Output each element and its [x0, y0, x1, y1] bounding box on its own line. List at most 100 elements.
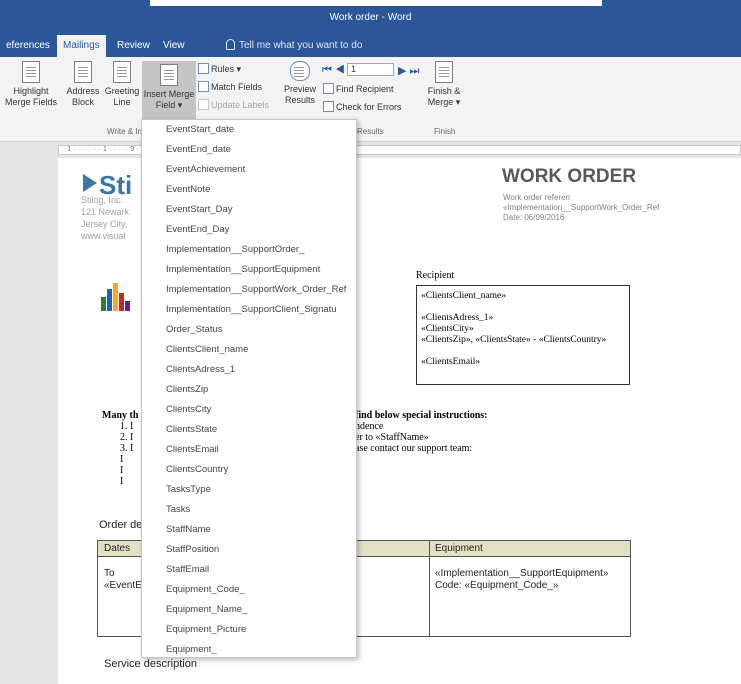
menu-item[interactable]: Implementation__SupportOrder_ [166, 240, 304, 260]
menu-item[interactable]: EventNote [166, 180, 210, 200]
numbered-list: 1. I 2. I 3. I I I I [120, 421, 133, 487]
menu-item[interactable]: ClientsZip [166, 380, 208, 400]
menu-item[interactable]: Equipment_Name_ [166, 600, 247, 620]
group-finish: Finish [434, 127, 456, 136]
finish-merge-icon [435, 61, 453, 83]
list-item: 3. I [120, 443, 134, 454]
instruction-line: ase contact our support team: [355, 443, 473, 454]
bar-chart-logo-icon [101, 283, 131, 311]
table-cell: «Implementation__SupportEquipment» [435, 568, 609, 579]
address-block-button[interactable]: Address Block [64, 61, 102, 108]
finish-label-1: Finish & [427, 86, 461, 96]
ribbon-tabs: eferences Mailings Review View Tell me w… [0, 30, 741, 57]
list-item: I [120, 454, 124, 465]
find-recipient-button[interactable]: Find Recipient [323, 83, 394, 94]
menu-item[interactable]: Equipment_Picture [166, 620, 246, 640]
tab-references[interactable]: eferences [0, 35, 56, 57]
ref-line: «Implementation__SupportWork_Order_Ref [503, 203, 660, 212]
preview-label-1: Preview [283, 84, 316, 94]
menu-item[interactable]: StaffName [166, 520, 211, 540]
logo-bar [101, 297, 106, 311]
greeting-label-1: Greeting [104, 86, 140, 96]
highlight-merge-fields-button[interactable]: Highlight Merge Fields [2, 61, 60, 108]
table-cell: «EventE [104, 580, 142, 591]
insert-merge-field-button[interactable]: Insert Merge Field ▾ [142, 61, 196, 123]
menu-item[interactable]: Tasks [166, 500, 190, 520]
logo-bar [107, 289, 112, 311]
menu-item[interactable]: EventStart_date [166, 120, 234, 140]
menu-item[interactable]: Implementation__SupportWork_Order_Ref [166, 280, 346, 300]
menu-item[interactable]: Equipment_ [166, 640, 217, 660]
menu-item[interactable]: Implementation__SupportEquipment [166, 260, 320, 280]
menu-item[interactable]: StaffPosition [166, 540, 219, 560]
menu-item[interactable]: Order_Status [166, 320, 223, 340]
menu-item[interactable]: ClientsState [166, 420, 217, 440]
logo-bar [113, 283, 118, 311]
instructions-text: find below special instructions: ndence … [355, 410, 488, 454]
match-fields-button[interactable]: Match Fields [198, 81, 262, 92]
tab-review[interactable]: Review [111, 35, 156, 57]
ribbon: Highlight Merge Fields Address Block Gre… [0, 57, 741, 142]
many-thanks-text: Many th [102, 410, 139, 421]
update-labels-button[interactable]: Update Labels [198, 99, 269, 110]
recipient-line: «ClientsCity» [421, 324, 474, 334]
tell-me-box[interactable]: Tell me what you want to do [226, 35, 362, 57]
menu-item[interactable]: TasksType [166, 480, 211, 500]
company-address: Stilog, Inc. 121 Newark Jersey City, www… [81, 194, 129, 242]
company-line: Jersey City, [81, 219, 128, 229]
first-record-icon[interactable]: ⏮ [322, 64, 332, 76]
list-item: 2. I [120, 432, 134, 443]
menu-item[interactable]: ClientsAdress_1 [166, 360, 235, 380]
list-item: I [120, 465, 124, 476]
merge-field-dropdown: EventStart_date EventEnd_date EventAchie… [141, 119, 357, 658]
recipient-line [421, 302, 625, 313]
window-title: Work order - Word [329, 12, 412, 23]
greeting-line-button[interactable]: Greeting Line [103, 61, 141, 108]
finish-label-2: Merge ▾ [427, 97, 461, 107]
instruction-line: er to «StaffName» [355, 432, 429, 443]
menu-item[interactable]: Equipment_Code_ [166, 580, 245, 600]
company-line: Stilog, Inc. [81, 195, 124, 205]
recipient-line [421, 346, 625, 357]
rules-icon [198, 63, 209, 74]
title-bar: Work order - Word [0, 0, 741, 30]
col-equipment: Equipment [435, 543, 483, 554]
menu-item[interactable]: EventEnd_Day [166, 220, 229, 240]
tab-view[interactable]: View [157, 35, 191, 57]
check-errors-button[interactable]: Check for Errors [323, 101, 402, 112]
address-label-1: Address [66, 86, 100, 96]
tab-mailings[interactable]: Mailings [57, 35, 106, 57]
instructions-heading: find below special instructions: [355, 410, 488, 421]
ref-line: Work order referen [503, 193, 570, 202]
table-cell: To [104, 568, 115, 579]
menu-item[interactable]: ClientsCountry [166, 460, 228, 480]
logo-bar [119, 293, 124, 311]
company-line: www.visual [81, 231, 126, 241]
update-labels-label: Update Labels [211, 100, 270, 110]
logo-bar [125, 301, 130, 311]
menu-item[interactable]: Implementation__SupportClient_Signatu [166, 300, 337, 320]
record-number-input[interactable]: 1 [347, 63, 394, 76]
insert-merge-field-icon [160, 64, 178, 86]
menu-item[interactable]: StaffEmail [166, 560, 209, 580]
previous-record-icon[interactable]: ◀ [335, 64, 345, 76]
menu-item[interactable]: EventEnd_date [166, 140, 231, 160]
list-item: I [120, 476, 124, 487]
address-label-2: Block [71, 97, 94, 107]
recipient-line: «ClientsClient_name» [421, 291, 506, 301]
menu-item[interactable]: EventAchievement [166, 160, 245, 180]
check-errors-label: Check for Errors [336, 102, 402, 112]
preview-results-button[interactable]: Preview Results [280, 61, 320, 106]
menu-item[interactable]: ClientsClient_name [166, 340, 248, 360]
next-record-icon[interactable]: ▶ [398, 65, 406, 77]
recipient-line: «ClientsEmail» [421, 357, 481, 367]
instruction-line: ndence [355, 421, 384, 432]
last-record-icon[interactable]: ⏭ [410, 65, 420, 77]
menu-item[interactable]: ClientsCity [166, 400, 211, 420]
menu-item[interactable]: ClientsEmail [166, 440, 219, 460]
menu-item[interactable]: EventStart_Day [166, 200, 233, 220]
ruler: · 1 · · · · · · · 1 · · · · · 9 · · 10 ·… [0, 142, 741, 158]
finish-merge-button[interactable]: Finish & Merge ▾ [424, 61, 464, 108]
rules-button[interactable]: Rules ▾ [198, 63, 241, 75]
greeting-label-2: Line [113, 97, 131, 107]
